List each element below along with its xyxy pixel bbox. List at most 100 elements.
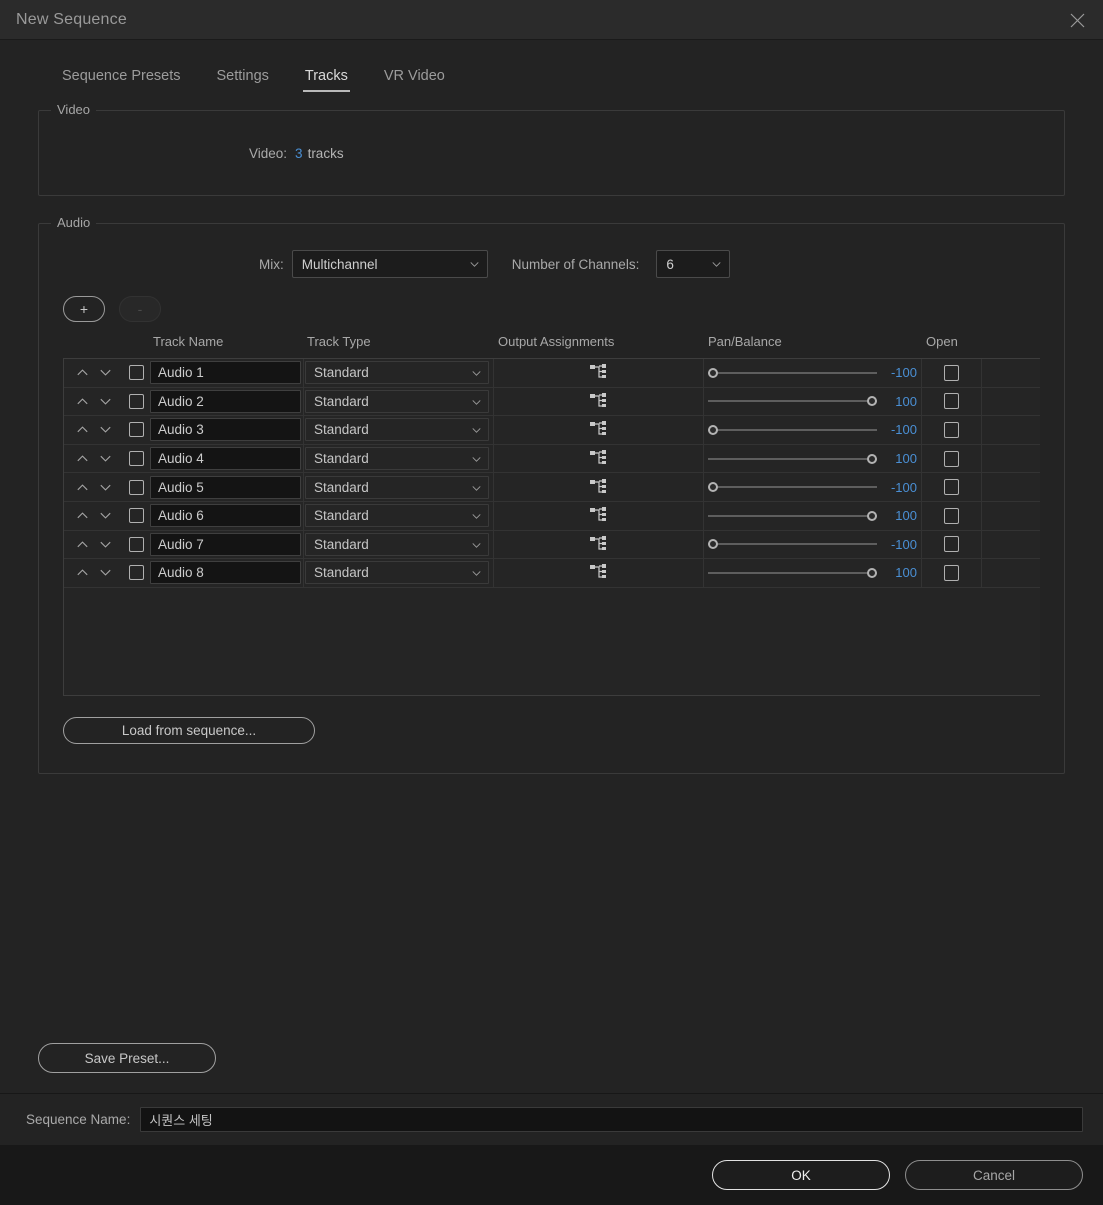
pan-value[interactable]: -100: [883, 480, 917, 495]
pan-slider[interactable]: [708, 367, 877, 379]
open-checkbox[interactable]: [944, 507, 959, 524]
track-type-select[interactable]: Standard: [305, 418, 489, 442]
open-checkbox[interactable]: [944, 450, 959, 467]
pan-value[interactable]: 100: [883, 565, 917, 580]
table-row[interactable]: Standard -100: [64, 530, 1040, 560]
move-down-icon[interactable]: [99, 366, 112, 379]
track-type-select[interactable]: Standard: [305, 475, 489, 499]
move-up-icon[interactable]: [76, 481, 89, 494]
open-checkbox[interactable]: [944, 393, 959, 410]
track-name-input[interactable]: [150, 532, 301, 556]
move-up-icon[interactable]: [76, 423, 89, 436]
pan-slider[interactable]: [708, 567, 877, 579]
move-up-icon[interactable]: [76, 366, 89, 379]
track-type-select[interactable]: Standard: [305, 389, 489, 413]
pan-slider-knob[interactable]: [708, 539, 718, 550]
table-row[interactable]: Standard -100: [64, 359, 1040, 388]
row-select-checkbox[interactable]: [128, 479, 144, 495]
track-name-input[interactable]: [150, 389, 301, 413]
move-down-icon[interactable]: [99, 538, 112, 551]
track-type-select[interactable]: Standard: [305, 532, 489, 556]
pan-value[interactable]: -100: [883, 537, 917, 552]
track-type-select[interactable]: Standard: [305, 361, 489, 385]
tab-settings[interactable]: Settings: [199, 68, 287, 92]
row-select-checkbox[interactable]: [128, 365, 144, 381]
mix-select[interactable]: Multichannel: [291, 250, 488, 278]
move-down-icon[interactable]: [99, 481, 112, 494]
tab-sequence-presets[interactable]: Sequence Presets: [44, 68, 199, 92]
table-row[interactable]: Standard -100: [64, 416, 1040, 445]
open-checkbox[interactable]: [944, 564, 959, 581]
track-name-input[interactable]: [150, 361, 301, 385]
add-track-button[interactable]: +: [63, 296, 105, 322]
open-checkbox[interactable]: [944, 479, 959, 496]
pan-slider[interactable]: [708, 424, 877, 436]
pan-slider-knob[interactable]: [867, 453, 877, 464]
routing-icon[interactable]: [589, 564, 608, 581]
open-checkbox[interactable]: [944, 421, 959, 438]
routing-icon[interactable]: [589, 450, 608, 467]
move-down-icon[interactable]: [99, 395, 112, 408]
move-up-icon[interactable]: [76, 566, 89, 579]
close-icon[interactable]: [1059, 4, 1095, 36]
channels-select[interactable]: 6: [656, 250, 731, 278]
move-down-icon[interactable]: [99, 452, 112, 465]
load-from-sequence-button[interactable]: Load from sequence...: [63, 717, 315, 744]
cancel-button[interactable]: Cancel: [905, 1160, 1083, 1190]
move-down-icon[interactable]: [99, 423, 112, 436]
routing-icon[interactable]: [589, 535, 608, 553]
pan-slider[interactable]: [708, 453, 877, 465]
table-row[interactable]: Standard 100: [64, 501, 1040, 531]
save-preset-button[interactable]: Save Preset...: [38, 1043, 216, 1073]
table-row[interactable]: Standard 100: [64, 444, 1040, 474]
routing-icon[interactable]: [589, 507, 608, 524]
row-select-checkbox[interactable]: [128, 393, 144, 409]
row-select-checkbox[interactable]: [128, 508, 144, 524]
routing-icon[interactable]: [589, 364, 608, 381]
move-up-icon[interactable]: [76, 452, 89, 465]
routing-icon[interactable]: [589, 392, 608, 410]
move-down-icon[interactable]: [99, 509, 112, 522]
table-row[interactable]: Standard 100: [64, 387, 1040, 417]
pan-value[interactable]: 100: [883, 394, 917, 409]
pan-slider-knob[interactable]: [708, 367, 718, 378]
move-up-icon[interactable]: [76, 395, 89, 408]
track-name-input[interactable]: [150, 475, 301, 499]
track-name-input[interactable]: [150, 447, 301, 471]
track-name-input[interactable]: [150, 504, 301, 528]
track-name-input[interactable]: [150, 418, 301, 442]
pan-slider-knob[interactable]: [867, 510, 877, 521]
track-type-select[interactable]: Standard: [305, 447, 489, 471]
tab-tracks[interactable]: Tracks: [287, 68, 366, 92]
pan-slider-knob[interactable]: [867, 396, 877, 407]
pan-slider-knob[interactable]: [708, 482, 718, 493]
pan-value[interactable]: -100: [883, 422, 917, 437]
row-select-checkbox[interactable]: [128, 536, 144, 552]
sequence-name-input[interactable]: [140, 1107, 1083, 1132]
pan-slider[interactable]: [708, 538, 877, 550]
tab-vr-video[interactable]: VR Video: [366, 68, 463, 92]
pan-value[interactable]: 100: [883, 451, 917, 466]
row-select-checkbox[interactable]: [128, 565, 144, 581]
move-up-icon[interactable]: [76, 538, 89, 551]
pan-slider[interactable]: [708, 481, 877, 493]
pan-value[interactable]: -100: [883, 365, 917, 380]
track-type-select[interactable]: Standard: [305, 504, 489, 528]
open-checkbox[interactable]: [944, 536, 959, 553]
routing-icon[interactable]: [589, 478, 608, 496]
pan-value[interactable]: 100: [883, 508, 917, 523]
track-name-input[interactable]: [150, 561, 301, 585]
table-row[interactable]: Standard 100: [64, 559, 1040, 588]
row-select-checkbox[interactable]: [128, 451, 144, 467]
video-tracks-value[interactable]: 3: [295, 146, 303, 161]
row-select-checkbox[interactable]: [128, 422, 144, 438]
pan-slider[interactable]: [708, 510, 877, 522]
pan-slider-knob[interactable]: [708, 424, 718, 435]
move-up-icon[interactable]: [76, 509, 89, 522]
open-checkbox[interactable]: [944, 364, 959, 381]
pan-slider-knob[interactable]: [867, 567, 877, 578]
move-down-icon[interactable]: [99, 566, 112, 579]
track-type-select[interactable]: Standard: [305, 561, 489, 585]
ok-button[interactable]: OK: [712, 1160, 890, 1190]
routing-icon[interactable]: [589, 421, 608, 438]
